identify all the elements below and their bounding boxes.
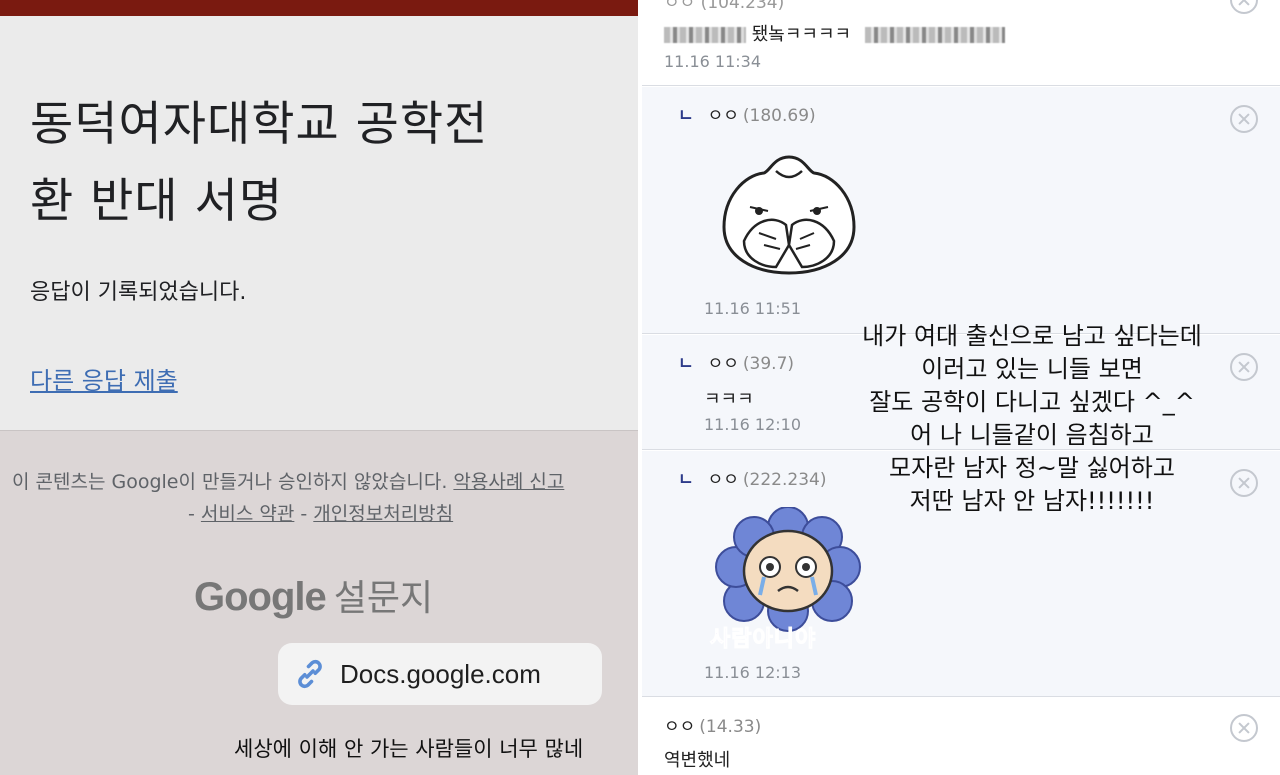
form-footer: 이 콘텐츠는 Google이 만들거나 승인하지 않았습니다. 악용사례 신고 …: [0, 430, 638, 775]
disclaimer-text: 이 콘텐츠는 Google이 만들거나 승인하지 않았습니다.: [12, 471, 454, 493]
comment-head: ㅇㅇ (14.33): [664, 712, 761, 737]
google-form-panel: 동덕여자대학교 공학전 환 반대 서명 응답이 기록되었습니다. 다른 응답 제…: [0, 0, 638, 775]
url-text: Docs.google.com: [340, 658, 541, 689]
reply-arrow-icon: ㄴ: [678, 106, 694, 126]
overlay-line: 이러고 있는 니들 보면: [921, 355, 1143, 383]
logo-forms-text: 설문지: [333, 578, 434, 619]
terms-of-service-link[interactable]: 서비스 약관: [201, 503, 294, 525]
form-confirmation-card: 동덕여자대학교 공학전 환 반대 서명 응답이 기록되었습니다. 다른 응답 제…: [0, 16, 638, 430]
comment-thread-panel: ㅇㅇ (104.234) 됐놐ㅋㅋㅋㅋ 11.16 11:34 ㄴㅇㅇ (180.…: [642, 0, 1280, 775]
form-title: 동덕여자대학교 공학전 환 반대 서명: [30, 86, 620, 240]
overlay-line: 내가 여대 출신으로 남고 싶다는데: [862, 322, 1202, 350]
comment-ip: (14.33): [699, 717, 762, 737]
form-header-bar: [0, 0, 638, 16]
comment-time: 11.16 11:34: [664, 52, 761, 71]
terms-separator: -: [188, 503, 201, 525]
logo-google-text: Google: [194, 575, 327, 619]
close-icon[interactable]: [1230, 105, 1258, 133]
reply-item: ㄴㅇㅇ (180.69) 11.16 11:51: [642, 87, 1280, 334]
reply-time: 11.16 12:13: [704, 663, 801, 682]
url-chip[interactable]: Docs.google.com: [278, 643, 602, 705]
terms-separator: -: [294, 503, 314, 525]
covering-mouth-bun-sticker: [722, 155, 856, 275]
overlay-line: 모자란 남자 정~말 싫어하고: [889, 454, 1175, 482]
reply-author: ㅇㅇ: [707, 354, 739, 374]
reply-head: ㄴㅇㅇ (39.7): [678, 349, 794, 374]
blurred-text: [864, 27, 1005, 43]
form-title-line2: 환 반대 서명: [30, 174, 284, 229]
sticker-caption: 사람아니야: [709, 627, 817, 653]
overlay-caption: 내가 여대 출신으로 남고 싶다는데 이러고 있는 니들 보면 잘도 공학이 다…: [792, 320, 1272, 518]
comment-item: ㅇㅇ (104.234) 됐놐ㅋㅋㅋㅋ 11.16 11:34: [642, 0, 1280, 86]
blurred-text: [664, 27, 746, 43]
reply-body: ㅋㅋㅋ: [704, 389, 754, 410]
close-icon[interactable]: [1230, 714, 1258, 742]
close-icon[interactable]: [1230, 0, 1258, 14]
report-abuse-link[interactable]: 악용사례 신고: [453, 471, 564, 493]
overlay-line: 어 나 니들같이 음침하고: [910, 421, 1154, 449]
google-disclaimer: 이 콘텐츠는 Google이 만들거나 승인하지 않았습니다. 악용사례 신고: [12, 467, 638, 494]
response-recorded-message: 응답이 기록되었습니다.: [30, 280, 247, 305]
overlay-line: 저딴 남자 안 남자!!!!!!!: [909, 487, 1155, 515]
left-caption: 세상에 이해 안 가는 사람들이 너무 많네: [234, 737, 584, 761]
terms-links: - 서비스 약관 - 개인정보처리방침: [188, 499, 453, 526]
composite-screenshot: 동덕여자대학교 공학전 환 반대 서명 응답이 기록되었습니다. 다른 응답 제…: [0, 0, 1280, 775]
reply-author: ㅇㅇ: [707, 106, 739, 126]
reply-ip: (39.7): [742, 354, 795, 374]
submit-another-response-link[interactable]: 다른 응답 제출: [30, 361, 178, 396]
reply-arrow-icon: ㄴ: [678, 470, 694, 490]
reply-head: ㄴㅇㅇ (180.69): [678, 101, 816, 126]
comment-item: ㅇㅇ (14.33) 역변했네: [642, 698, 1280, 775]
overlay-line: 잘도 공학이 다니고 싶겠다 ^_^: [869, 388, 1195, 416]
comment-body: 역변했네: [664, 750, 731, 771]
comment-author: ㅇㅇ: [664, 717, 696, 737]
link-icon: [298, 659, 322, 689]
comment-head-partial: ㅇㅇ (104.234): [664, 0, 785, 13]
comment-body-visible: 됐놐ㅋㅋㅋㅋ: [751, 24, 852, 45]
reply-arrow-icon: ㄴ: [678, 354, 694, 374]
form-title-line1: 동덕여자대학교 공학전: [30, 97, 489, 152]
reply-time: 11.16 11:51: [704, 299, 801, 318]
reply-ip: (180.69): [742, 106, 816, 126]
privacy-policy-link[interactable]: 개인정보처리방침: [313, 503, 453, 525]
google-forms-logo: Google 설문지: [194, 569, 433, 621]
comment-body: 됐놐ㅋㅋㅋㅋ: [664, 20, 1005, 46]
reply-time: 11.16 12:10: [704, 415, 801, 434]
reply-author: ㅇㅇ: [707, 470, 739, 490]
